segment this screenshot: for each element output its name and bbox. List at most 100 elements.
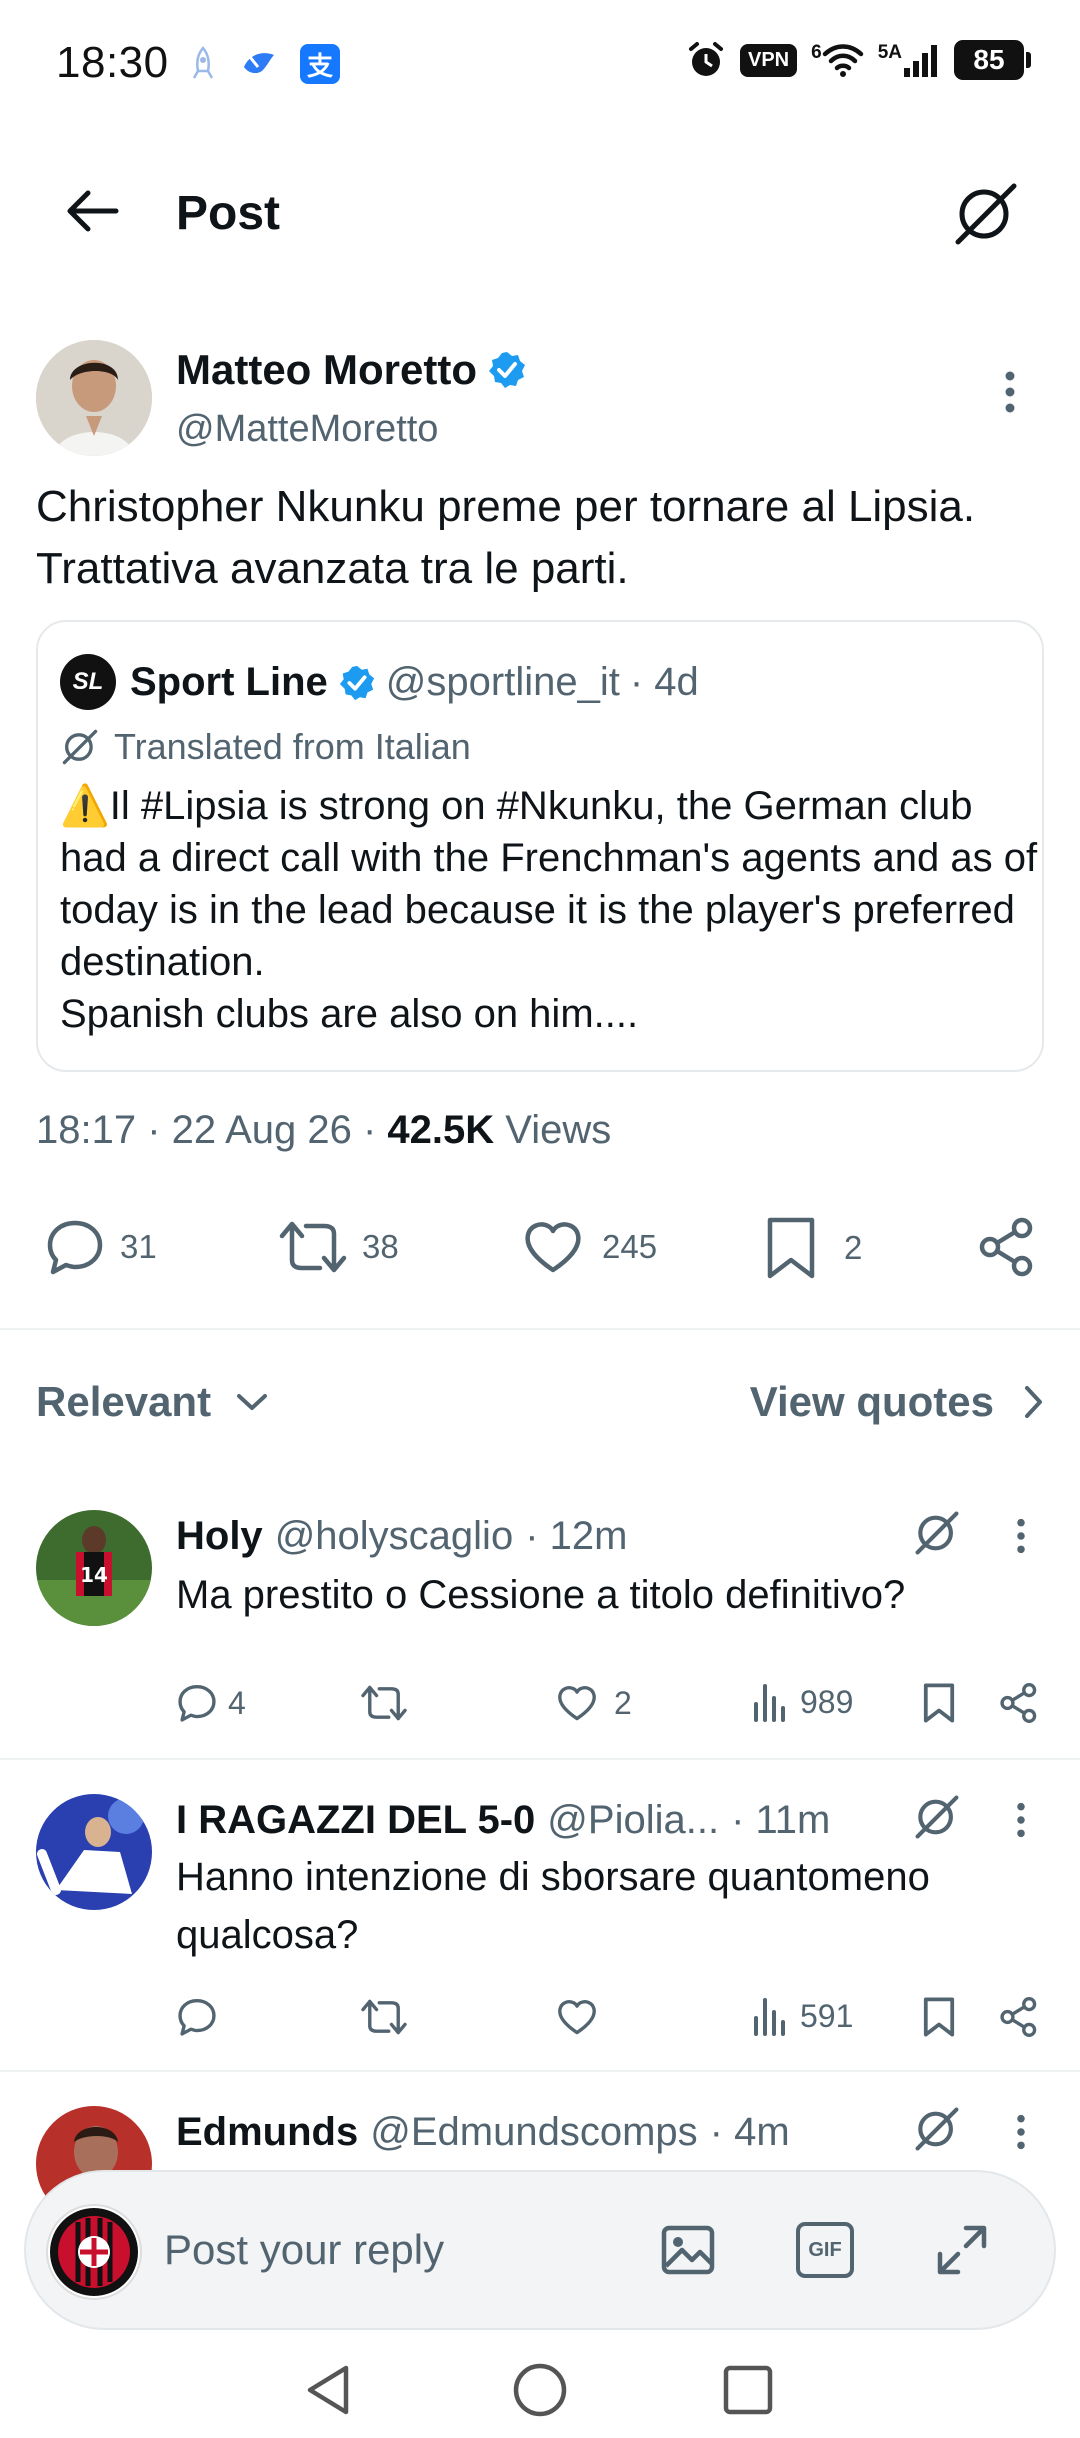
- reply-avatar[interactable]: [36, 1794, 152, 1910]
- bookmark-action[interactable]: 2: [764, 1216, 862, 1280]
- quoted-avatar[interactable]: SL: [60, 654, 116, 710]
- alarm-icon: [686, 40, 726, 80]
- reply-like-action[interactable]: 2: [556, 1682, 632, 1724]
- author-handle[interactable]: @MatteMoretto: [176, 408, 438, 451]
- reply-author-name[interactable]: I RAGAZZI DEL 5-0: [176, 1798, 535, 1843]
- view-quotes-label: View quotes: [749, 1378, 994, 1425]
- expand-composer-button[interactable]: [934, 2222, 990, 2278]
- wifi-label: 6: [811, 42, 822, 63]
- views-count: 42.5K: [387, 1108, 495, 1152]
- author-name-row[interactable]: Matteo Moretto: [176, 346, 527, 394]
- gif-label: GIF: [808, 2238, 842, 2261]
- reply-author-handle[interactable]: @Edmundscomps: [370, 2110, 697, 2155]
- post-date: 22 Aug 26: [171, 1108, 352, 1152]
- reply-bookmark-action[interactable]: [922, 1682, 956, 1724]
- reply-count: 31: [120, 1228, 157, 1265]
- quoted-post-time: · 4d: [629, 660, 699, 704]
- grok-icon: [955, 183, 1017, 245]
- reply-time: · 11m: [731, 1798, 831, 1842]
- grok-translate-icon: [62, 729, 98, 765]
- signal-label: 5A: [877, 42, 902, 63]
- meta-separator: ·: [362, 1108, 388, 1152]
- reply-header: Edmunds @Edmundscomps · 4m: [176, 2110, 790, 2155]
- like-action[interactable]: 245: [522, 1216, 657, 1278]
- club-crest-icon: [50, 2208, 138, 2296]
- divider: [0, 2070, 1080, 2072]
- reply-repost-action[interactable]: [360, 1682, 418, 1724]
- reply-like-action[interactable]: [556, 1996, 598, 2038]
- post-time: 18:17: [36, 1108, 137, 1152]
- like-count: 2: [614, 1684, 632, 1721]
- reply-avatar[interactable]: 14: [36, 1510, 152, 1626]
- more-vertical-icon: [1017, 1518, 1025, 1554]
- reply-more-button[interactable]: [1016, 1516, 1026, 1556]
- circle-home-icon: [513, 2363, 567, 2417]
- chevron-right-icon: [1025, 1386, 1042, 1418]
- battery-indicator: 85: [954, 40, 1031, 80]
- divider: [0, 1328, 1080, 1330]
- quoted-verified-badge-icon: [339, 665, 374, 700]
- reply-grok-button[interactable]: [912, 1508, 962, 1558]
- share-icon: [1000, 1683, 1037, 1723]
- add-image-button[interactable]: [660, 2222, 716, 2278]
- reply-reply-action[interactable]: [176, 1996, 218, 2038]
- quoted-avatar-logo: SL: [72, 668, 104, 695]
- nav-home-button[interactable]: [512, 2362, 568, 2418]
- chevron-down-icon: [237, 1394, 268, 1410]
- more-vertical-icon: [1005, 371, 1015, 413]
- share-action[interactable]: [976, 1216, 1038, 1278]
- reply-author-name[interactable]: Holy: [176, 1514, 263, 1559]
- reply-icon: [178, 1685, 216, 1722]
- views-chart-icon: [754, 1998, 785, 2036]
- view-quotes-link[interactable]: View quotes: [750, 1378, 1044, 1426]
- reply-author-name[interactable]: Edmunds: [176, 2110, 358, 2155]
- cell-signal-icon: 5A: [878, 42, 940, 78]
- reply-grok-button[interactable]: [912, 2104, 962, 2154]
- repost-icon: [361, 1999, 407, 2035]
- sort-dropdown[interactable]: Relevant: [36, 1378, 269, 1426]
- reply-more-button[interactable]: [1016, 1800, 1026, 1840]
- reply-more-button[interactable]: [1016, 2112, 1026, 2152]
- post-more-button[interactable]: [1004, 370, 1016, 414]
- heart-icon: [558, 2000, 596, 2035]
- heart-icon: [558, 1686, 596, 1721]
- divider: [0, 1758, 1080, 1760]
- reply-grok-button[interactable]: [912, 1792, 962, 1842]
- bookmark-icon: [767, 1217, 815, 1279]
- quoted-author-name: Sport Line: [130, 660, 328, 704]
- repost-icon: [361, 1685, 407, 1721]
- reply-input-placeholder[interactable]: Post your reply: [164, 2226, 444, 2274]
- reply-text: Hanno intenzione di sborsare quantomeno …: [176, 1855, 930, 1957]
- translated-label: Translated from Italian: [114, 726, 471, 767]
- share-icon: [979, 1217, 1033, 1277]
- author-name[interactable]: Matteo Moretto: [176, 346, 477, 394]
- image-icon: [661, 2225, 715, 2275]
- my-avatar[interactable]: [46, 2204, 142, 2300]
- alipay-notification-icon: 支: [300, 44, 340, 84]
- author-avatar[interactable]: [36, 340, 152, 456]
- reply-reply-action[interactable]: 4: [176, 1682, 246, 1724]
- quoted-author-handle: @sportline_it: [385, 660, 620, 704]
- reply-bookmark-action[interactable]: [922, 1996, 956, 2038]
- like-count: 245: [602, 1228, 658, 1265]
- reply-share-action[interactable]: [998, 1996, 1040, 2038]
- grok-button[interactable]: [950, 178, 1022, 250]
- reply-action[interactable]: 31: [44, 1216, 157, 1278]
- reply-author-handle[interactable]: @holyscaglio: [275, 1514, 514, 1559]
- repost-count: 38: [362, 1228, 399, 1265]
- repost-action[interactable]: 38: [278, 1216, 399, 1278]
- back-button[interactable]: [62, 186, 122, 236]
- reply-views-action[interactable]: 989: [752, 1682, 853, 1722]
- reply-repost-action[interactable]: [360, 1996, 408, 2038]
- reply-author-handle[interactable]: @Piolia...: [547, 1798, 719, 1843]
- add-gif-button[interactable]: GIF: [796, 2222, 854, 2278]
- nav-recents-button[interactable]: [722, 2364, 774, 2416]
- nav-back-button[interactable]: [302, 2362, 354, 2418]
- quoted-post-text: ⚠️Il #Lipsia is strong on #Nkunku, the G…: [60, 784, 1038, 1036]
- author-photo-icon: [36, 340, 152, 456]
- reply-share-action[interactable]: [998, 1682, 1040, 1724]
- more-vertical-icon: [1017, 2114, 1025, 2150]
- grok-icon: [915, 1795, 959, 1839]
- views-label: Views: [505, 1108, 612, 1152]
- reply-views-action[interactable]: 591: [752, 1996, 853, 2036]
